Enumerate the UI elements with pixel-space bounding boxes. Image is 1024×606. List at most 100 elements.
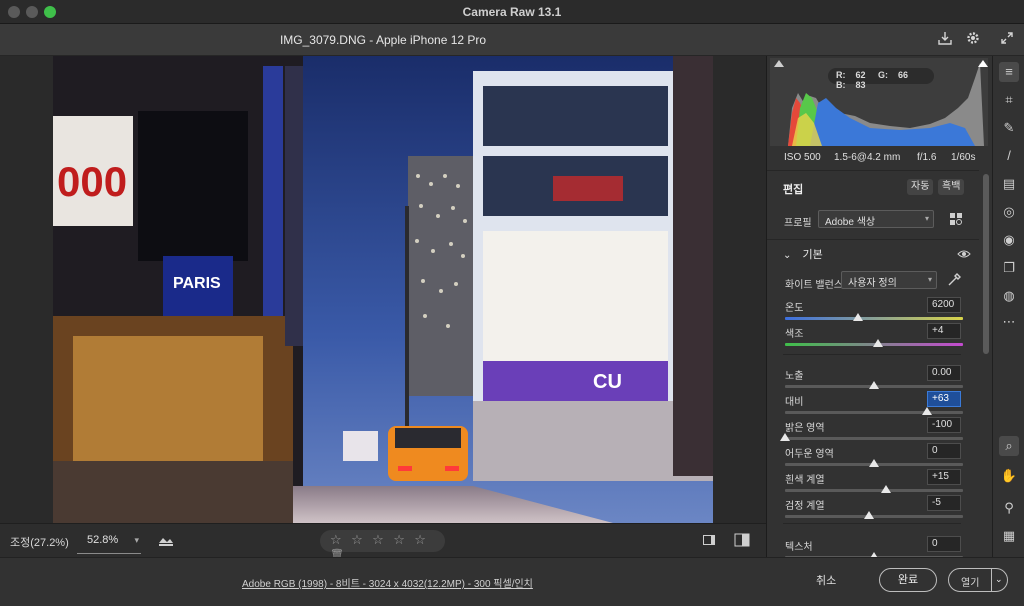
image-canvas[interactable]: 000 PARIS CU bbox=[0, 56, 766, 523]
shutter-value: 1/60s bbox=[951, 152, 976, 163]
more-icon[interactable]: ⋯ bbox=[999, 312, 1019, 332]
slider-value-field[interactable]: 0.00 bbox=[927, 365, 961, 381]
wb-select[interactable]: 사용자 정의 ▾ bbox=[841, 271, 937, 289]
basic-section-header[interactable]: ⌄ 기본 bbox=[783, 246, 823, 262]
zoom-icon[interactable]: ⌕ bbox=[999, 436, 1019, 456]
healing-icon[interactable]: ✎ bbox=[999, 118, 1019, 138]
save-icon[interactable] bbox=[935, 30, 955, 50]
edit-sliders-icon[interactable]: ≡ bbox=[999, 62, 1019, 82]
slider-thumb[interactable] bbox=[869, 381, 879, 389]
slider-value-field[interactable]: -5 bbox=[927, 495, 961, 511]
cancel-button[interactable]: 취소 bbox=[816, 572, 836, 588]
before-after-toggle-icon[interactable] bbox=[158, 533, 174, 550]
slider-track[interactable] bbox=[785, 411, 963, 414]
chevron-down-icon: ▾ bbox=[927, 275, 932, 284]
divider bbox=[767, 239, 979, 240]
tools-column: ≡ ⌗ ✎ / ▤ ◎ ◉ ❐ ◍ ⋯ ⌕ ✋ ⚲ ▦ bbox=[992, 56, 1024, 557]
eye-icon[interactable] bbox=[957, 249, 971, 262]
chevron-down-icon: ⌄ bbox=[783, 250, 792, 261]
wb-eyedropper-icon[interactable] bbox=[947, 273, 961, 290]
title-bar: Camera Raw 13.1 bbox=[0, 0, 1024, 24]
color-sampler-icon[interactable]: ⚲ bbox=[999, 498, 1019, 518]
star-icon[interactable]: ☆ bbox=[393, 532, 411, 548]
shadow-clipping-icon[interactable] bbox=[774, 60, 784, 67]
blue-value: 83 bbox=[855, 80, 866, 90]
slider-track[interactable] bbox=[785, 489, 963, 492]
zoom-level-select[interactable]: 52.8% ▾ bbox=[77, 528, 141, 554]
footer-bar: Adobe RGB (1998) - 8비트 - 3024 x 4032(12.… bbox=[0, 557, 1024, 606]
slider-value-field[interactable]: +63 bbox=[927, 391, 961, 407]
star-icon[interactable]: ☆ bbox=[330, 532, 348, 548]
profile-browser-icon[interactable] bbox=[949, 212, 963, 229]
slider-value-field[interactable]: 0 bbox=[927, 443, 961, 459]
slider-track[interactable] bbox=[785, 437, 963, 440]
star-icon[interactable]: ☆ bbox=[351, 532, 369, 548]
slider-thumb[interactable] bbox=[872, 339, 883, 347]
slider-value-field[interactable]: 0 bbox=[927, 536, 961, 552]
slider-value-field[interactable]: -100 bbox=[927, 417, 961, 433]
divider bbox=[783, 523, 961, 524]
hand-icon[interactable]: ✋ bbox=[999, 466, 1019, 486]
auto-button[interactable]: 자동 bbox=[907, 179, 934, 195]
zoom-level-value: 52.8% bbox=[87, 534, 119, 546]
basic-section-title: 기본 bbox=[802, 249, 823, 261]
svg-text:000: 000 bbox=[57, 158, 127, 205]
profile-select[interactable]: Adobe 색상 ▾ bbox=[818, 210, 934, 228]
aperture-value: f/1.6 bbox=[917, 152, 937, 163]
slider-thumb[interactable] bbox=[922, 407, 933, 415]
profile-label: 프로필 bbox=[784, 218, 812, 229]
slider-value-field[interactable]: +4 bbox=[927, 323, 961, 339]
workflow-options-link[interactable]: Adobe RGB (1998) - 8비트 - 3024 x 4032(12.… bbox=[242, 575, 533, 590]
camera-raw-window: Camera Raw 13.1 IMG_3079.DNG - Apple iPh… bbox=[0, 0, 1024, 606]
slider-label: 흰색 계열 bbox=[785, 475, 825, 486]
chevron-down-icon[interactable]: ⌄ bbox=[995, 574, 1003, 585]
slider-thumb[interactable] bbox=[881, 485, 892, 493]
gear-icon[interactable] bbox=[963, 30, 983, 50]
photo-preview[interactable]: 000 PARIS CU bbox=[53, 56, 713, 523]
slider-thumb[interactable] bbox=[780, 433, 790, 441]
crop-icon[interactable]: ⌗ bbox=[999, 90, 1019, 110]
slider-track[interactable] bbox=[785, 515, 963, 518]
snapshots-icon[interactable]: ❐ bbox=[999, 258, 1019, 278]
slider-label: 어두운 영역 bbox=[785, 449, 834, 460]
star-icon[interactable]: ☆ bbox=[372, 532, 390, 548]
blue-label: B: bbox=[836, 80, 846, 90]
slider-thumb[interactable] bbox=[852, 313, 863, 321]
slider-label: 텍스처 bbox=[785, 542, 813, 553]
divider bbox=[783, 354, 961, 355]
svg-text:PARIS: PARIS bbox=[173, 275, 221, 292]
edit-panel: R: 62 G: 66 B: 83 ISO 500 1.5-6@4.2 mm f/1.… bbox=[766, 56, 992, 560]
slider-thumb[interactable] bbox=[863, 511, 874, 519]
star-rating[interactable]: ☆ ☆ ☆ ☆ ☆ 🗑 bbox=[320, 530, 445, 561]
fullscreen-icon[interactable] bbox=[997, 30, 1017, 50]
done-button[interactable]: 완료 bbox=[879, 568, 937, 592]
histogram: R: 62 G: 66 B: 83 bbox=[770, 58, 988, 146]
slider-thumb[interactable] bbox=[869, 459, 879, 467]
radial-icon[interactable]: ◎ bbox=[999, 202, 1019, 222]
iso-value: ISO 500 bbox=[784, 152, 821, 163]
window-title: Camera Raw 13.1 bbox=[462, 5, 562, 19]
brush-icon[interactable]: / bbox=[999, 146, 1019, 166]
highlight-clipping-icon[interactable] bbox=[978, 60, 988, 67]
redeye-icon[interactable]: ◉ bbox=[999, 230, 1019, 250]
presets-icon[interactable]: ◍ bbox=[999, 286, 1019, 306]
slider-track[interactable] bbox=[785, 317, 963, 320]
open-button[interactable]: 열기 ⌄ bbox=[948, 568, 1008, 592]
slider-value-field[interactable]: +15 bbox=[927, 469, 961, 485]
slider-label: 검정 계열 bbox=[785, 501, 825, 512]
slider-label: 노출 bbox=[785, 371, 804, 382]
star-icon[interactable]: ☆ bbox=[414, 532, 432, 548]
profile-value: Adobe 색상 bbox=[825, 217, 876, 228]
grid-icon[interactable]: ▦ bbox=[999, 526, 1019, 546]
panel-scrollbar[interactable] bbox=[983, 174, 989, 354]
slider-label: 밝은 영역 bbox=[785, 423, 825, 434]
fit-zoom-button[interactable]: 조정(27.2%) bbox=[10, 534, 69, 550]
file-header: IMG_3079.DNG - Apple iPhone 12 Pro bbox=[0, 24, 1024, 56]
bw-button[interactable]: 흑백 bbox=[938, 179, 965, 195]
compare-view-icon[interactable] bbox=[734, 533, 750, 550]
slider-label: 온도 bbox=[785, 303, 804, 314]
slider-value-field[interactable]: 6200 bbox=[927, 297, 961, 313]
overlay-view-icon[interactable] bbox=[703, 535, 715, 545]
gradient-icon[interactable]: ▤ bbox=[999, 174, 1019, 194]
svg-text:CU: CU bbox=[593, 371, 622, 393]
